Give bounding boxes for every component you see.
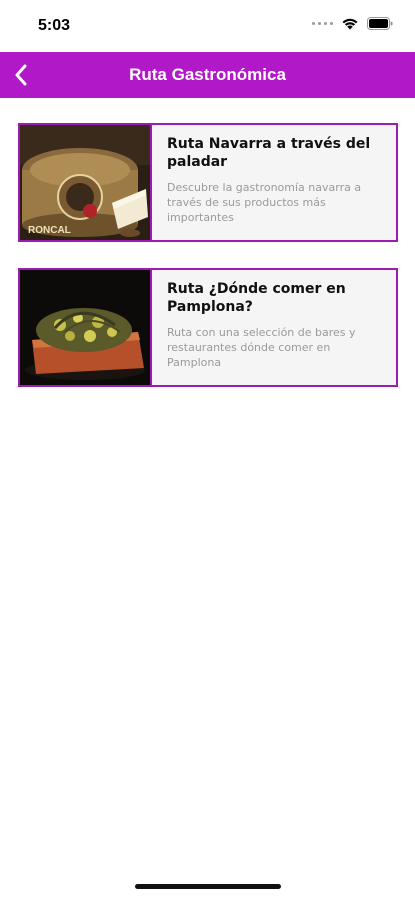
- route-card-text: Ruta ¿Dónde comer en Pamplona? Ruta con …: [167, 280, 386, 370]
- status-icons: [312, 17, 393, 30]
- navigation-bar: Ruta Gastronómica: [0, 52, 415, 98]
- page-title: Ruta Gastronómica: [129, 65, 286, 84]
- svg-text:RONCAL: RONCAL: [28, 225, 71, 236]
- cellular-signal-icon: [312, 22, 333, 25]
- wifi-icon: [342, 18, 358, 30]
- pintxo-photo: [20, 270, 152, 385]
- route-list: RONCAL Ruta Navarra a través del paladar…: [18, 123, 398, 413]
- home-indicator[interactable]: [135, 884, 281, 889]
- route-description: Ruta con una selección de bares y restau…: [167, 326, 356, 369]
- route-card-text: Ruta Navarra a través del paladar Descub…: [167, 135, 386, 225]
- status-time: 5:03: [38, 17, 71, 34]
- route-title: Ruta Navarra a través del paladar: [167, 136, 371, 170]
- route-card[interactable]: RONCAL Ruta Navarra a través del paladar…: [18, 123, 398, 242]
- route-title: Ruta ¿Dónde comer en Pamplona?: [167, 281, 346, 315]
- cheese-photo: RONCAL: [20, 125, 152, 240]
- status-bar: 5:03: [0, 0, 415, 52]
- route-description: Descubre la gastronomía navarra a través…: [167, 181, 362, 224]
- route-card[interactable]: Ruta ¿Dónde comer en Pamplona? Ruta con …: [18, 268, 398, 387]
- battery-icon: [367, 17, 393, 30]
